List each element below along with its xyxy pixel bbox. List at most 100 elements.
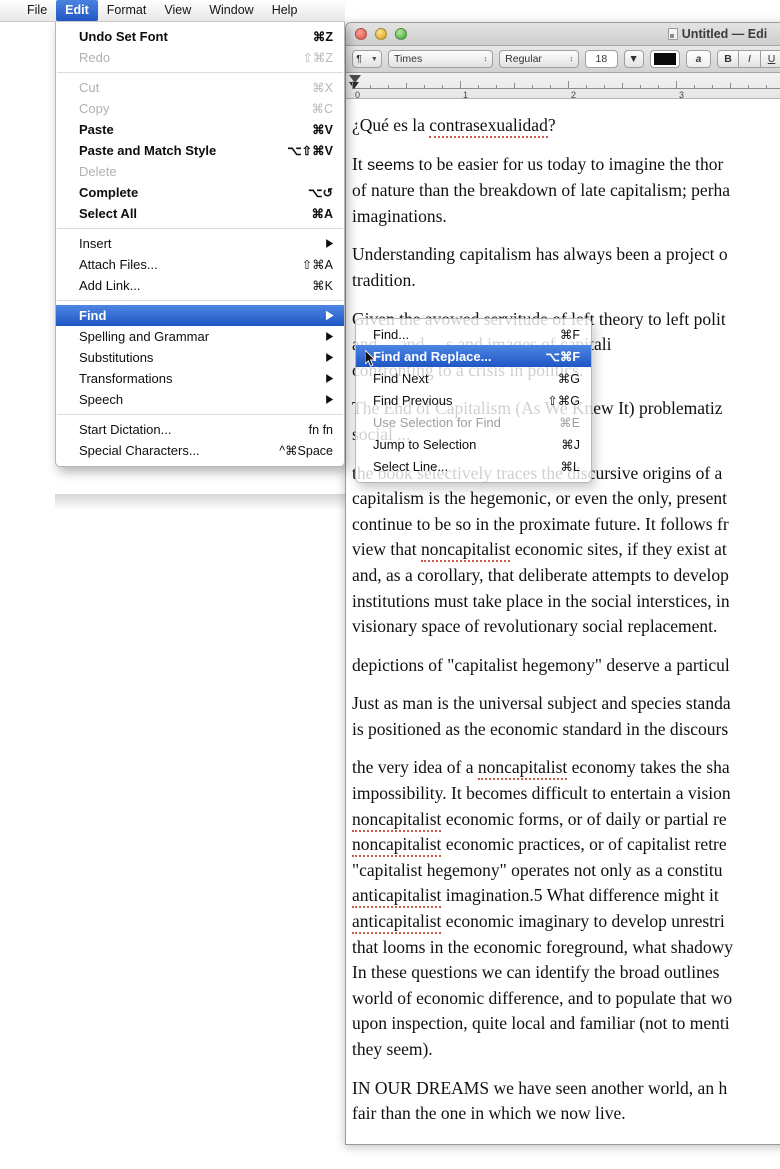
document-paragraph: It seems to be easier for us today to im…	[352, 152, 780, 230]
submenu-item-find-next[interactable]: Find Next ⌘G	[356, 367, 591, 389]
menu-item-label: Redo	[79, 50, 111, 65]
menu-item-shortcut: ⌘A	[311, 207, 333, 221]
ruler-tick	[352, 81, 353, 88]
font-size-stepper[interactable]: ▼	[623, 50, 644, 68]
menu-item-label: Spelling and Grammar	[79, 329, 210, 344]
menu-item-shortcut: ⌘L	[560, 459, 580, 474]
highlight-color-button[interactable]: a	[685, 50, 711, 68]
window-titlebar[interactable]: Untitled — Edi	[346, 23, 780, 46]
menubar-item-format[interactable]: Format	[98, 0, 156, 21]
document-paragraph: depictions of "capitalist hegemony" dese…	[352, 653, 780, 679]
ruler-tick	[748, 85, 749, 88]
menu-item-label: Complete	[79, 185, 139, 200]
document-ruler[interactable]: 0 1 2 3 4	[346, 73, 780, 99]
bold-button[interactable]: B	[717, 50, 739, 68]
menu-item-shortcut: ⇧⌘A	[301, 258, 333, 272]
menu-item-select-all[interactable]: Select All ⌘A	[56, 203, 344, 224]
misspelled-word: noncapitalist	[352, 808, 442, 832]
document-paragraph: ¿Qué es la contrasexualidad?	[352, 113, 780, 139]
ruler-tick	[676, 81, 677, 88]
misspelled-word: contrasexualidad	[429, 115, 548, 138]
submenu-arrow-icon: ▶	[326, 329, 333, 343]
menu-item-shortcut: ⌘J	[561, 437, 580, 452]
textedit-window[interactable]: Untitled — Edi ¶ ▼ Times ↕ Regular ↕ 18 …	[345, 22, 780, 1145]
menu-item-paste-and-match-style[interactable]: Paste and Match Style ⌥⇧⌘V	[56, 140, 344, 161]
ruler-tick	[604, 85, 605, 88]
ruler-tick	[532, 85, 533, 88]
menu-item-paste[interactable]: Paste ⌘V	[56, 119, 344, 140]
menubar-item-edit[interactable]: Edit	[56, 0, 98, 21]
text-style-button-group[interactable]: B I U	[717, 50, 780, 68]
menu-item-attach-files[interactable]: Attach Files... ⇧⌘A	[56, 254, 344, 275]
menu-item-label: Find...	[373, 326, 410, 342]
submenu-item-jump-to-selection[interactable]: Jump to Selection ⌘J	[356, 433, 591, 455]
document-line: that looms in the economic foreground, w…	[352, 936, 734, 957]
menu-item-label: Special Characters...	[79, 443, 200, 458]
submenu-item-use-selection-for-find: Use Selection for Find ⌘E	[356, 411, 591, 433]
ruler-tick	[550, 85, 551, 88]
menu-item-add-link[interactable]: Add Link... ⌘K	[56, 275, 344, 296]
document-line: fair than the one in which we now live.	[352, 1103, 626, 1124]
ruler-tick	[730, 83, 731, 88]
menubar-item-window[interactable]: Window	[200, 0, 262, 21]
document-line: In these questions we can identify the b…	[352, 962, 720, 983]
document-paragraph: the very idea of a noncapitalist economy…	[352, 755, 780, 1062]
menu-drop-shadow	[55, 494, 345, 510]
menu-item-spelling-and-grammar[interactable]: Spelling and Grammar ▶	[56, 326, 344, 347]
menu-item-insert[interactable]: Insert ▶	[56, 233, 344, 254]
window-title-wrapper: Untitled — Edi	[346, 27, 780, 41]
menu-item-speech[interactable]: Speech ▶	[56, 389, 344, 410]
menu-item-label: Cut	[79, 80, 100, 95]
menu-item-special-characters[interactable]: Special Characters... ^⌘Space	[56, 440, 344, 461]
menu-separator	[57, 72, 343, 73]
menubar-item-help[interactable]: Help	[263, 0, 307, 21]
indent-marker-bottom-icon[interactable]	[349, 82, 359, 89]
menu-item-shortcut: ⌘V	[312, 123, 333, 137]
document-line: IN OUR DREAMS we have seen another world…	[352, 1077, 728, 1098]
menubar-item-file[interactable]: File	[18, 0, 56, 21]
document-proxy-icon[interactable]	[667, 28, 678, 40]
font-size-input[interactable]: 18	[585, 50, 618, 68]
ruler-tick	[694, 85, 695, 88]
ruler-tick	[514, 83, 515, 88]
menu-item-complete[interactable]: Complete ⌥↺	[56, 182, 344, 203]
format-toolbar[interactable]: ¶ ▼ Times ↕ Regular ↕ 18 ▼ a B I U	[346, 46, 780, 73]
menu-item-undo-set-font[interactable]: Undo Set Font ⌘Z	[56, 26, 344, 47]
submenu-item-select-line[interactable]: Select Line... ⌘L	[356, 455, 591, 477]
document-line: of nature than the breakdown of late cap…	[352, 180, 731, 201]
font-family-value: Times	[394, 53, 423, 65]
misspelled-word: noncapitalist	[352, 834, 442, 858]
ruler-tick	[496, 85, 497, 88]
document-line: Understanding capitalism has always been…	[352, 244, 728, 265]
menu-item-substitutions[interactable]: Substitutions ▶	[56, 347, 344, 368]
menu-item-label: Speech	[79, 392, 124, 407]
menu-item-label: Start Dictation...	[79, 422, 172, 437]
menu-item-shortcut: ^⌘Space	[279, 444, 333, 458]
document-body[interactable]: ¿Qué es la contrasexualidad? It seems to…	[352, 113, 780, 1127]
menu-item-copy: Copy ⌘C	[56, 98, 344, 119]
text-color-swatch-button[interactable]	[649, 50, 680, 68]
font-style-popup[interactable]: Regular ↕	[499, 50, 580, 68]
menubar-item-view[interactable]: View	[155, 0, 200, 21]
submenu-item-find-and-replace[interactable]: Find and Replace... ⌥⌘F	[356, 345, 591, 367]
menu-item-label: Jump to Selection	[373, 436, 477, 452]
document-line: view that noncapitalist economic sites, …	[352, 537, 780, 563]
document-line: impossibility. It becomes difficult to e…	[352, 783, 731, 804]
ruler-baseline	[352, 88, 780, 89]
menu-item-find[interactable]: Find ▶	[56, 305, 344, 326]
submenu-item-find-previous[interactable]: Find Previous ⇧⌘G	[356, 389, 591, 411]
paragraph-style-popup[interactable]: ¶ ▼	[352, 50, 382, 68]
menu-item-start-dictation[interactable]: Start Dictation... fn fn	[56, 419, 344, 440]
font-family-popup[interactable]: Times ↕	[388, 50, 494, 68]
find-submenu[interactable]: Find... ⌘F Find and Replace... ⌥⌘F Find …	[355, 318, 592, 483]
edit-dropdown-menu[interactable]: Undo Set Font ⌘Z Redo ⇧⌘Z Cut ⌘X Copy ⌘C…	[55, 22, 345, 467]
italic-button[interactable]: I	[739, 50, 761, 68]
menu-item-transformations[interactable]: Transformations ▶	[56, 368, 344, 389]
document-text-area[interactable]: ¿Qué es la contrasexualidad? It seems to…	[346, 99, 780, 1144]
underline-button[interactable]: U	[761, 50, 780, 68]
ruler-number: 0	[355, 90, 361, 99]
submenu-item-find[interactable]: Find... ⌘F	[356, 323, 591, 345]
menu-bar[interactable]: File Edit Format View Window Help	[0, 0, 345, 22]
styled-word: seems	[367, 156, 415, 174]
document-line: imaginations.	[352, 205, 447, 226]
